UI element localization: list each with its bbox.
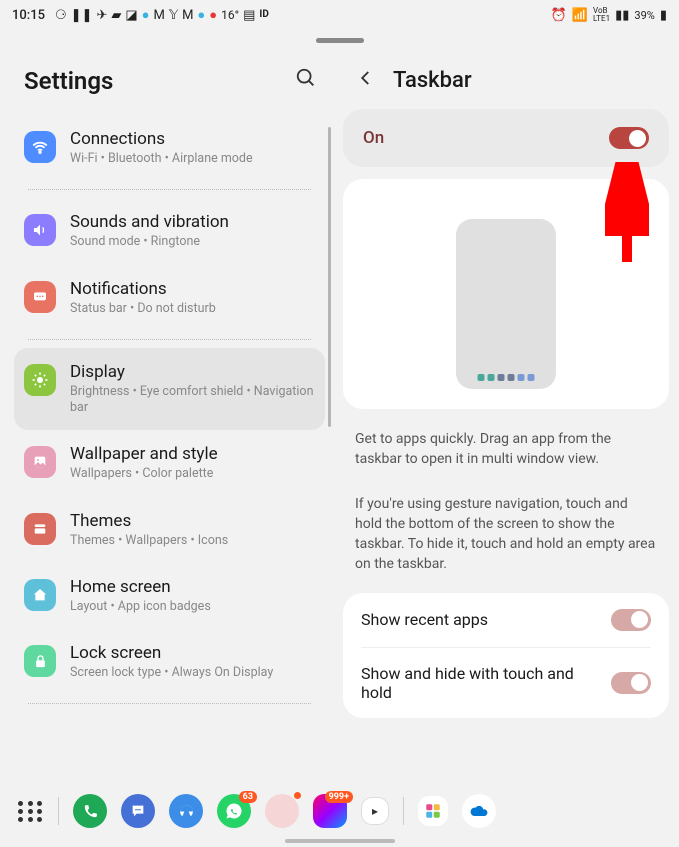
id-icon: ID <box>259 10 268 20</box>
status-bar: 10:15 ⚆ ❚❚ ✈ ▰ ◪ ● M 𝕐 M ● ● 16° ▤ ID ⏰ … <box>0 0 679 30</box>
scrollbar[interactable] <box>328 127 331 427</box>
item-title: Sounds and vibration <box>70 212 315 232</box>
sidebar-item-notifications[interactable]: Notifications Status bar • Do not distur… <box>14 265 325 331</box>
back-button[interactable] <box>357 67 375 93</box>
dock-separator <box>58 797 59 825</box>
divider <box>28 339 311 340</box>
taskbar-dock: 63 999+ ▸ <box>0 787 679 835</box>
option-touch-hold[interactable]: Show and hide with touch and hold <box>343 648 669 718</box>
wifi-icon: 📶 <box>572 9 588 22</box>
circle2-icon: ● <box>197 9 205 22</box>
sidebar-item-connections[interactable]: Connections Wi-Fi • Bluetooth • Airplane… <box>14 115 325 181</box>
gmail2-icon: M <box>182 9 193 22</box>
item-sub: Brightness • Eye comfort shield • Naviga… <box>70 384 315 417</box>
lock-icon <box>24 645 56 677</box>
telegram-icon: ✈ <box>96 9 107 22</box>
option-label: Show recent apps <box>361 610 599 629</box>
item-title: Wallpaper and style <box>70 444 315 464</box>
divider <box>28 189 311 190</box>
cloud-icon: ▰ <box>111 9 121 22</box>
gmail-icon: M <box>154 9 165 22</box>
option-recent-apps[interactable]: Show recent apps <box>343 593 669 647</box>
detail-panel: Taskbar On Get to apps quickly. Drag an … <box>335 47 679 797</box>
search-icon <box>295 67 317 89</box>
app-icon-4[interactable] <box>418 796 448 826</box>
status-time: 10:15 <box>12 8 45 23</box>
taskbar-toggle[interactable] <box>609 127 649 149</box>
badge: 63 <box>239 791 257 803</box>
sidebar-item-display[interactable]: Display Brightness • Eye comfort shield … <box>14 348 325 431</box>
browser-app-icon[interactable] <box>169 794 203 828</box>
item-title: Connections <box>70 129 315 149</box>
home-indicator[interactable] <box>285 839 395 843</box>
onedrive-app-icon[interactable] <box>462 794 496 828</box>
sidebar-item-themes[interactable]: Themes Themes • Wallpapers • Icons <box>14 497 325 563</box>
settings-title: Settings <box>24 67 113 95</box>
sidebar-item-homescreen[interactable]: Home screen Layout • App icon badges <box>14 563 325 629</box>
themes-icon <box>24 513 56 545</box>
whatsapp-app-icon[interactable]: 63 <box>217 794 251 828</box>
app-icon-3[interactable]: ▸ <box>361 797 389 825</box>
search-button[interactable] <box>295 67 317 95</box>
twitter-icon: 𝕐 <box>169 9 178 22</box>
home-icon <box>24 579 56 611</box>
options-card: Show recent apps Show and hide with touc… <box>343 593 669 718</box>
sidebar-item-wallpaper[interactable]: Wallpaper and style Wallpapers • Color p… <box>14 430 325 496</box>
item-sub: Screen lock type • Always On Display <box>70 665 315 681</box>
chevron-left-icon <box>357 69 375 87</box>
temp-text: 16° <box>221 9 239 21</box>
item-sub: Wallpapers • Color palette <box>70 466 315 482</box>
pause-icon: ❚❚ <box>71 9 93 22</box>
speaker-icon <box>24 214 56 246</box>
rec-icon: ● <box>209 9 217 22</box>
taskbar-toggle-card: On <box>343 109 669 167</box>
detail-title: Taskbar <box>393 68 472 93</box>
whatsapp-icon: ⚆ <box>55 9 67 22</box>
description-2: If you're using gesture navigation, touc… <box>343 488 669 581</box>
volte-text: VoBLTE1 <box>593 7 610 23</box>
description-1: Get to apps quickly. Drag an app from th… <box>343 423 669 476</box>
drag-handle[interactable] <box>316 38 364 43</box>
item-sub: Layout • App icon badges <box>70 599 315 615</box>
signal-icon: ▮▮ <box>615 9 629 22</box>
battery-icon: ▮ <box>660 9 667 22</box>
alarm-icon: ⏰ <box>551 9 567 22</box>
badge: 999+ <box>325 791 353 803</box>
item-title: Notifications <box>70 279 315 299</box>
item-sub: Status bar • Do not disturb <box>70 301 315 317</box>
item-sub: Sound mode • Ringtone <box>70 234 315 250</box>
wallpaper-icon <box>24 446 56 478</box>
dock-separator <box>403 797 404 825</box>
messages-app-icon[interactable] <box>121 794 155 828</box>
on-label: On <box>363 128 384 148</box>
app-icon-2[interactable]: 999+ <box>313 794 347 828</box>
item-title: Home screen <box>70 577 315 597</box>
item-sub: Wi-Fi • Bluetooth • Airplane mode <box>70 151 315 167</box>
recent-apps-toggle[interactable] <box>611 609 651 631</box>
notification-icon <box>24 281 56 313</box>
sidebar-item-lockscreen[interactable]: Lock screen Screen lock type • Always On… <box>14 629 325 695</box>
sidebar-item-sounds[interactable]: Sounds and vibration Sound mode • Ringto… <box>14 198 325 264</box>
preview-card <box>343 179 669 409</box>
divider <box>28 703 311 704</box>
item-title: Themes <box>70 511 315 531</box>
item-title: Display <box>70 362 315 382</box>
settings-panel: Settings Connections Wi-Fi • Bluetooth •… <box>0 47 335 797</box>
battery-text: 39% <box>634 9 654 22</box>
option-label: Show and hide with touch and hold <box>361 664 599 702</box>
img-icon: ▤ <box>243 9 255 22</box>
wifi-icon <box>24 131 56 163</box>
item-title: Lock screen <box>70 643 315 663</box>
phone-preview <box>456 219 556 389</box>
brightness-icon <box>24 364 56 396</box>
app-icon-1[interactable] <box>265 794 299 828</box>
item-sub: Themes • Wallpapers • Icons <box>70 533 315 549</box>
circle-icon: ● <box>142 9 150 22</box>
apps-button[interactable] <box>18 798 44 824</box>
touch-hold-toggle[interactable] <box>611 672 651 694</box>
phone-app-icon[interactable] <box>73 794 107 828</box>
app-icon: ◪ <box>125 9 137 22</box>
